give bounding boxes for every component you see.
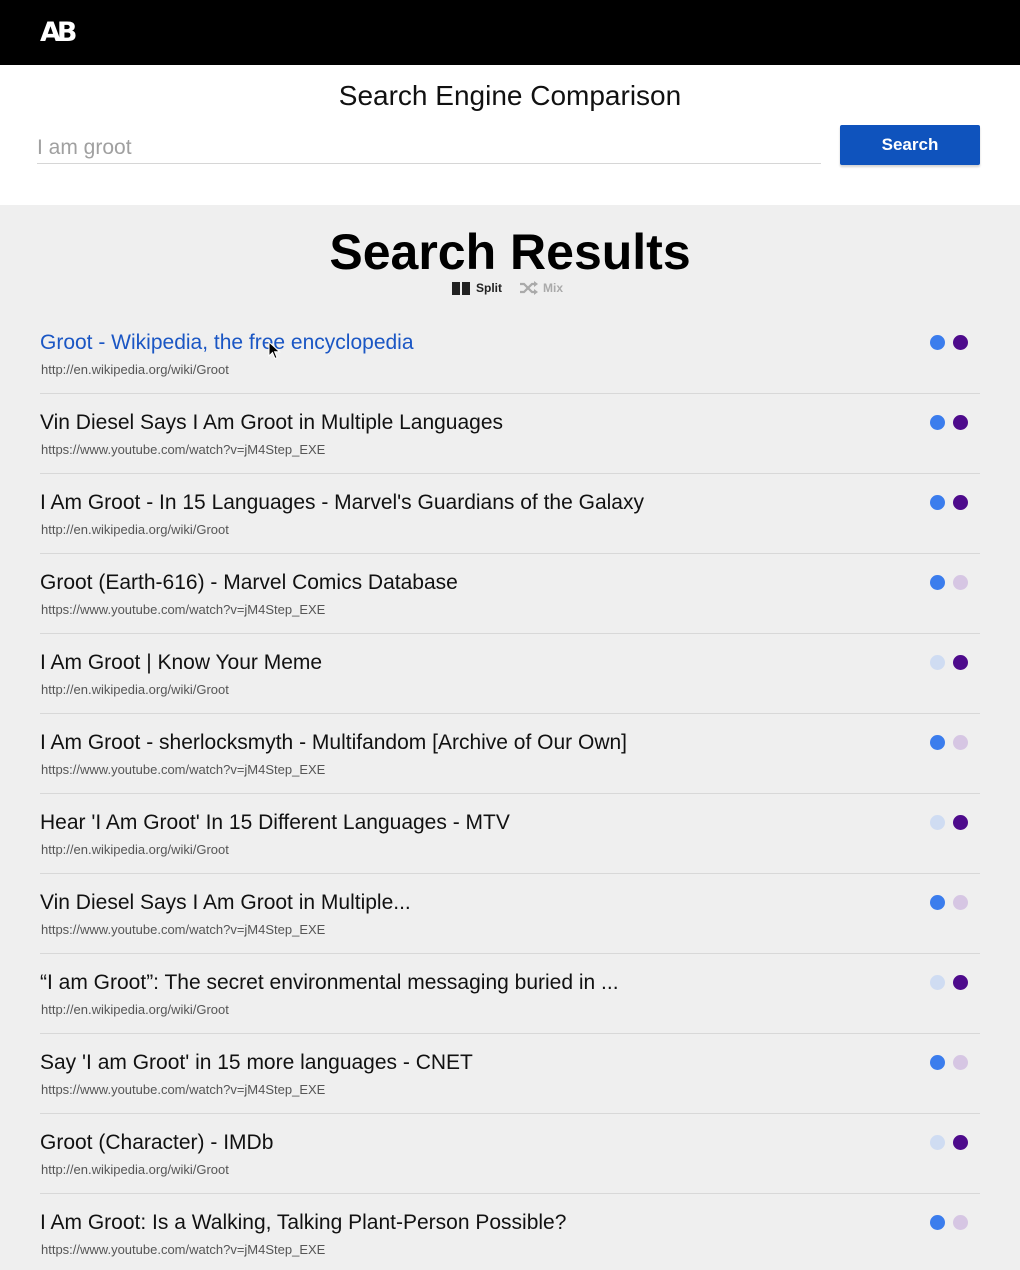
search-button[interactable]: Search <box>840 125 980 165</box>
result-url: https://www.youtube.com/watch?v=jM4Step_… <box>41 762 326 777</box>
result-title-link[interactable]: Vin Diesel Says I Am Groot in Multiple..… <box>40 890 411 916</box>
result-url: http://en.wikipedia.org/wiki/Groot <box>41 522 229 537</box>
result-item: Say 'I am Groot' in 15 more languages - … <box>40 1034 980 1114</box>
split-label: Split <box>476 281 502 295</box>
result-url: https://www.youtube.com/watch?v=jM4Step_… <box>41 602 326 617</box>
engine-indicators <box>930 575 976 590</box>
engine-a-dot-icon <box>930 495 945 510</box>
engine-b-dot-icon <box>953 415 968 430</box>
search-input[interactable] <box>37 132 821 164</box>
engine-a-dot-icon <box>930 815 945 830</box>
result-title-link[interactable]: Say 'I am Groot' in 15 more languages - … <box>40 1050 473 1076</box>
result-item: I Am Groot - sherlocksmyth - Multifandom… <box>40 714 980 794</box>
engine-b-dot-icon <box>953 575 968 590</box>
engine-a-dot-icon <box>930 1215 945 1230</box>
result-title-link[interactable]: “I am Groot”: The secret environmental m… <box>40 970 619 996</box>
result-item: Groot (Character) - IMDb http://en.wikipe… <box>40 1114 980 1194</box>
engine-a-dot-icon <box>930 655 945 670</box>
engine-a-dot-icon <box>930 895 945 910</box>
engine-indicators <box>930 495 976 510</box>
engine-a-dot-icon <box>930 415 945 430</box>
result-title-link[interactable]: Groot (Earth-616) - Marvel Comics Databa… <box>40 570 458 596</box>
result-title-link[interactable]: Groot - Wikipedia, the free encyclopedia <box>40 330 414 356</box>
result-item: Vin Diesel Says I Am Groot in Multiple L… <box>40 394 980 474</box>
result-title-link[interactable]: I Am Groot - sherlocksmyth - Multifandom… <box>40 730 627 756</box>
engine-b-dot-icon <box>953 1135 968 1150</box>
engine-indicators <box>930 895 976 910</box>
engine-indicators <box>930 1135 976 1150</box>
result-title-link[interactable]: Vin Diesel Says I Am Groot in Multiple L… <box>40 410 503 436</box>
result-url: http://en.wikipedia.org/wiki/Groot <box>41 1002 229 1017</box>
shuffle-icon <box>520 281 538 295</box>
result-item: I Am Groot - In 15 Languages - Marvel's … <box>40 474 980 554</box>
results-heading: Search Results <box>329 224 691 280</box>
view-toggle: Split Mix <box>452 279 563 297</box>
logo[interactable]: AB <box>40 16 78 50</box>
engine-a-dot-icon <box>930 735 945 750</box>
split-columns-icon <box>452 281 472 295</box>
engine-indicators <box>930 655 976 670</box>
result-title-link[interactable]: I Am Groot: Is a Walking, Talking Plant-… <box>40 1210 566 1236</box>
split-view-toggle[interactable]: Split <box>452 281 502 295</box>
engine-a-dot-icon <box>930 1055 945 1070</box>
mix-label: Mix <box>543 281 564 295</box>
engine-b-dot-icon <box>953 895 968 910</box>
engine-b-dot-icon <box>953 815 968 830</box>
search-panel: Search Engine Comparison Search <box>0 65 1020 205</box>
engine-indicators <box>930 1215 976 1230</box>
engine-b-dot-icon <box>953 735 968 750</box>
engine-b-dot-icon <box>953 975 968 990</box>
engine-indicators <box>930 1055 976 1070</box>
results-list: Groot - Wikipedia, the free encyclopedia… <box>40 314 980 1270</box>
result-url: http://en.wikipedia.org/wiki/Groot <box>41 362 229 377</box>
mix-view-toggle[interactable]: Mix <box>519 281 563 295</box>
engine-indicators <box>930 735 976 750</box>
engine-indicators <box>930 815 976 830</box>
result-url: http://en.wikipedia.org/wiki/Groot <box>41 842 229 857</box>
engine-a-dot-icon <box>930 335 945 350</box>
engine-a-dot-icon <box>930 1135 945 1150</box>
result-url: https://www.youtube.com/watch?v=jM4Step_… <box>41 1242 326 1257</box>
result-url: http://en.wikipedia.org/wiki/Groot <box>41 1162 229 1177</box>
result-title-link[interactable]: I Am Groot - In 15 Languages - Marvel's … <box>40 490 644 516</box>
page-title: Search Engine Comparison <box>338 80 682 111</box>
result-item: I Am Groot: Is a Walking, Talking Plant-… <box>40 1194 980 1270</box>
result-title-link[interactable]: I Am Groot | Know Your Meme <box>40 650 322 676</box>
result-item: Vin Diesel Says I Am Groot in Multiple..… <box>40 874 980 954</box>
result-item: Groot - Wikipedia, the free encyclopedia… <box>40 314 980 394</box>
top-bar: AB <box>0 0 1020 65</box>
engine-indicators <box>930 415 976 430</box>
engine-b-dot-icon <box>953 335 968 350</box>
result-url: https://www.youtube.com/watch?v=jM4Step_… <box>41 922 326 937</box>
engine-indicators <box>930 975 976 990</box>
engine-a-dot-icon <box>930 575 945 590</box>
result-item: I Am Groot | Know Your Meme http://en.wik… <box>40 634 980 714</box>
result-item: Groot (Earth-616) - Marvel Comics Databa… <box>40 554 980 634</box>
engine-indicators <box>930 335 976 350</box>
result-item: Hear 'I Am Groot' In 15 Different Langua… <box>40 794 980 874</box>
engine-b-dot-icon <box>953 1055 968 1070</box>
result-url: http://en.wikipedia.org/wiki/Groot <box>41 682 229 697</box>
result-title-link[interactable]: Groot (Character) - IMDb <box>40 1130 273 1156</box>
result-item: “I am Groot”: The secret environmental m… <box>40 954 980 1034</box>
engine-b-dot-icon <box>953 655 968 670</box>
result-url: https://www.youtube.com/watch?v=jM4Step_… <box>41 1082 326 1097</box>
engine-a-dot-icon <box>930 975 945 990</box>
result-url: https://www.youtube.com/watch?v=jM4Step_… <box>41 442 326 457</box>
engine-b-dot-icon <box>953 495 968 510</box>
engine-b-dot-icon <box>953 1215 968 1230</box>
result-title-link[interactable]: Hear 'I Am Groot' In 15 Different Langua… <box>40 810 510 836</box>
